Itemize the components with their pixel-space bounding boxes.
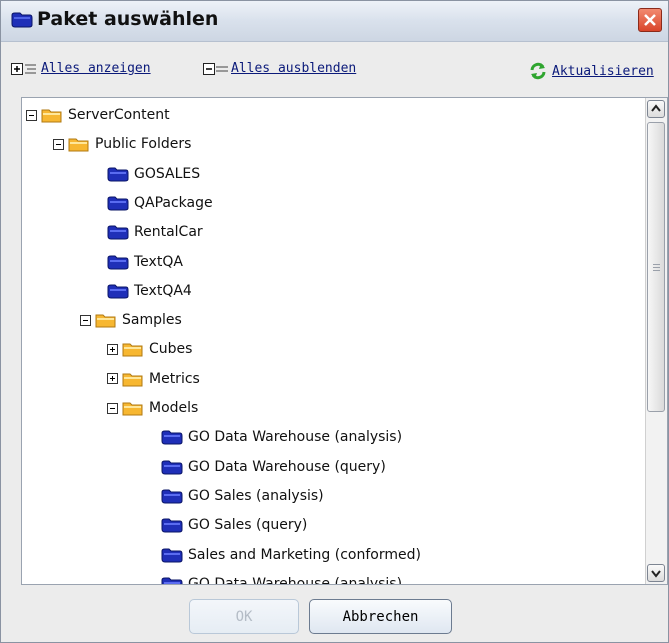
tree-item[interactable]: GO Data Warehouse (query)	[161, 456, 386, 478]
refresh-label[interactable]: Aktualisieren	[552, 64, 654, 79]
tree-item[interactable]: GO Sales (analysis)	[161, 485, 324, 507]
arrow-down-icon	[651, 570, 661, 578]
tree-item[interactable]: TextQA	[107, 251, 183, 273]
tree-item-label: Public Folders	[95, 136, 192, 153]
folder-icon	[68, 136, 90, 152]
ok-button[interactable]: OK	[189, 599, 299, 634]
tree-item-label: GO Sales (query)	[188, 517, 308, 534]
package-icon	[161, 429, 183, 445]
folder-icon	[122, 371, 144, 387]
collapse-icon[interactable]	[80, 314, 91, 326]
tree-item[interactable]: Samples	[80, 309, 182, 331]
tree-item-label: GO Sales (analysis)	[188, 487, 324, 504]
package-icon	[161, 517, 183, 533]
expand-icon[interactable]	[107, 373, 118, 385]
package-tree-panel: ServerContent Public Folders GOSALES QAPack…	[21, 97, 668, 585]
tree-item-label: GOSALES	[134, 165, 201, 182]
tree-item-label: GO Data Warehouse (analysis)	[188, 429, 403, 446]
tree-toolbar: Alles anzeigen Alles ausblenden Aktualis…	[1, 61, 668, 85]
tree-item-label: Cubes	[149, 341, 193, 358]
expand-icon[interactable]	[107, 343, 118, 355]
package-tree[interactable]: ServerContent Public Folders GOSALES QAPack…	[22, 98, 646, 584]
cancel-button[interactable]: Abbrechen	[309, 599, 452, 634]
scroll-up-button[interactable]	[647, 100, 665, 118]
folder-icon	[41, 107, 63, 123]
collapse-icon[interactable]	[107, 402, 118, 414]
tree-item[interactable]: Cubes	[107, 338, 192, 360]
hide-all-label[interactable]: Alles ausblenden	[231, 61, 356, 76]
tree-item[interactable]: GO Sales (query)	[161, 514, 307, 536]
tree-item[interactable]: GO Data Warehouse (analysis)	[161, 573, 402, 584]
show-all-label[interactable]: Alles anzeigen	[41, 61, 151, 76]
package-icon	[161, 488, 183, 504]
folder-icon	[122, 341, 144, 357]
close-icon	[644, 14, 656, 26]
package-icon	[107, 283, 129, 299]
tree-item-label: ServerContent	[68, 107, 170, 123]
tree-item[interactable]: GOSALES	[107, 163, 200, 185]
tree-item-label: QAPackage	[134, 194, 213, 211]
tree-item-label: Samples	[122, 312, 182, 329]
scroll-down-button[interactable]	[647, 564, 665, 582]
vertical-scrollbar[interactable]	[645, 98, 667, 584]
tree-item-label: Metrics	[149, 370, 200, 387]
folder-icon	[122, 400, 144, 416]
tree-item[interactable]: ServerContent	[26, 104, 170, 126]
tree-item-label: RentalCar	[134, 224, 203, 241]
package-icon	[11, 12, 33, 32]
tree-item[interactable]: TextQA4	[107, 280, 192, 302]
collapse-all-icon	[203, 62, 228, 75]
tree-item-label: TextQA4	[134, 282, 192, 299]
collapse-icon[interactable]	[53, 138, 64, 150]
show-all-button[interactable]: Alles anzeigen	[11, 61, 151, 76]
close-button[interactable]	[638, 8, 662, 32]
package-icon	[107, 166, 129, 182]
tree-item[interactable]: Sales and Marketing (conformed)	[161, 544, 421, 566]
dialog-title: Paket auswählen	[37, 8, 219, 30]
hide-all-button[interactable]: Alles ausblenden	[203, 61, 356, 76]
package-icon	[107, 195, 129, 211]
refresh-button[interactable]: Aktualisieren	[528, 61, 654, 81]
tree-item-label: Sales and Marketing (conformed)	[188, 546, 421, 563]
tree-item[interactable]: Models	[107, 397, 198, 419]
package-icon	[161, 576, 183, 584]
tree-item[interactable]: Metrics	[107, 368, 200, 390]
tree-item-label: TextQA	[134, 253, 183, 270]
tree-item-label: GO Data Warehouse (query)	[188, 458, 386, 475]
arrow-up-icon	[651, 104, 661, 112]
select-package-dialog: Paket auswählen Alles anzeigen Alles aus…	[0, 0, 669, 643]
tree-item[interactable]: RentalCar	[107, 221, 203, 243]
refresh-icon	[530, 62, 546, 80]
collapse-icon[interactable]	[26, 109, 37, 121]
tree-item[interactable]: QAPackage	[107, 192, 213, 214]
expand-all-icon	[11, 62, 36, 75]
folder-icon	[95, 312, 117, 328]
package-icon	[161, 547, 183, 563]
package-icon	[161, 459, 183, 475]
dialog-buttons: OK Abbrechen	[1, 599, 668, 635]
title-bar[interactable]: Paket auswählen	[1, 1, 668, 42]
scroll-thumb[interactable]	[647, 122, 665, 412]
tree-item-label: Models	[149, 400, 199, 416]
package-icon	[107, 254, 129, 270]
tree-item-label: GO Data Warehouse (analysis)	[188, 575, 403, 584]
tree-item[interactable]: Public Folders	[53, 133, 191, 155]
tree-item[interactable]: GO Data Warehouse (analysis)	[161, 426, 402, 448]
package-icon	[107, 224, 129, 240]
